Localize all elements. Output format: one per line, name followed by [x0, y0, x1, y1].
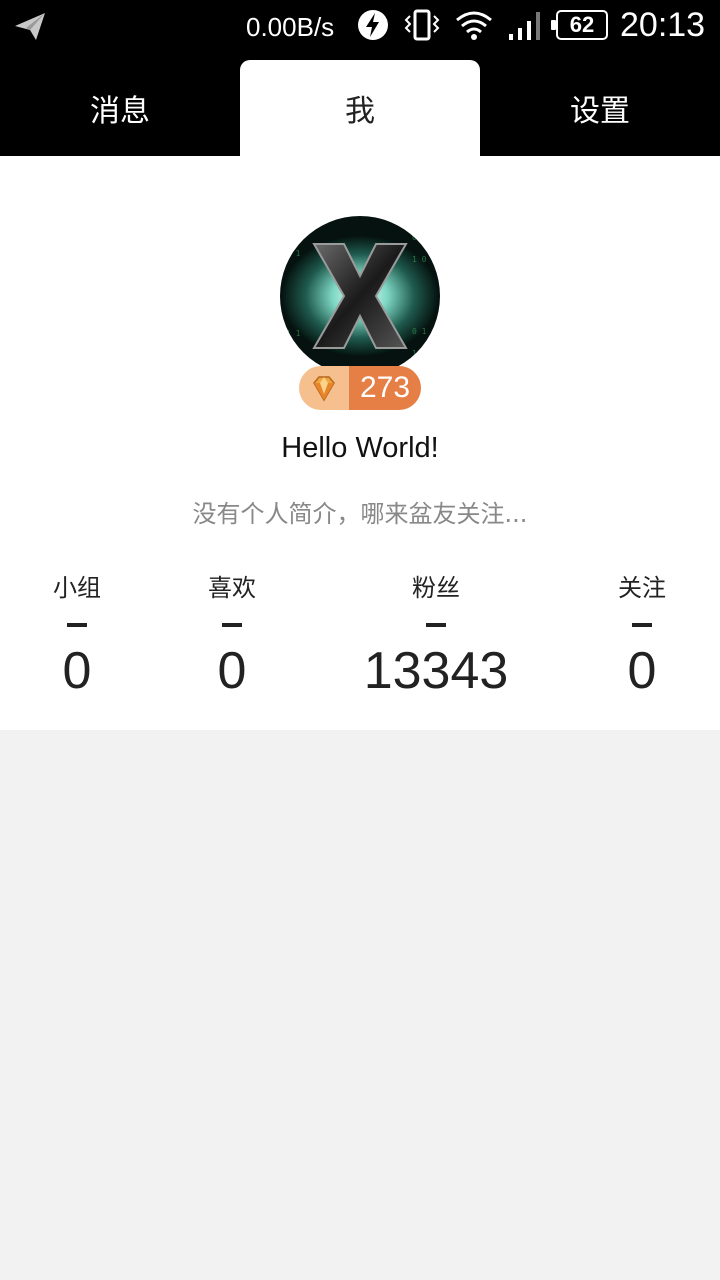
tab-bar: 消息 我 设置 [0, 52, 720, 156]
vibrate-icon [404, 9, 440, 41]
tab-messages[interactable]: 消息 [0, 60, 240, 156]
stat-groups[interactable]: 小组 0 [37, 568, 117, 701]
matrix-x-avatar-icon: 1 0 0 1 1 1 0 0 0 1 1 0 0 1 1 1 [280, 216, 440, 376]
clock: 20:13 [620, 6, 706, 44]
stat-value: 0 [62, 642, 92, 700]
network-speed: 0.00B/s [246, 12, 335, 42]
svg-text:1 0: 1 0 [286, 229, 301, 238]
stat-label: 小组 [53, 574, 101, 602]
status-bar: 0.00B/s 62 20:13 [0, 0, 720, 52]
username: Hello World! [281, 432, 439, 464]
divider [222, 623, 242, 627]
stat-fans[interactable]: 粉丝 13343 [336, 568, 536, 701]
svg-text:0 1: 0 1 [412, 233, 427, 242]
stat-value: 13343 [363, 642, 509, 700]
svg-text:1 0: 1 0 [412, 255, 427, 264]
stat-value: 0 [627, 642, 657, 700]
level-badge: 273 [299, 366, 421, 410]
gem-icon [313, 376, 335, 402]
battery-icon: 62 [551, 10, 608, 40]
svg-text:1 1: 1 1 [412, 349, 427, 358]
wifi-icon [456, 11, 492, 40]
tab-me[interactable]: 我 [240, 60, 480, 156]
stat-label: 粉丝 [412, 574, 460, 602]
stat-label: 关注 [618, 574, 666, 602]
tab-settings[interactable]: 设置 [480, 60, 720, 156]
stat-following[interactable]: 关注 0 [602, 568, 682, 701]
stat-likes[interactable]: 喜欢 0 [192, 568, 272, 701]
svg-text:1 1: 1 1 [286, 329, 301, 338]
avatar[interactable]: 1 0 0 1 1 1 0 0 0 1 1 0 0 1 1 1 [280, 216, 440, 376]
svg-text:0 0: 0 0 [286, 349, 301, 358]
divider [632, 623, 652, 627]
signal-icon [509, 12, 540, 40]
stat-label: 喜欢 [208, 574, 256, 602]
stat-value: 0 [217, 642, 247, 700]
profile-card: 1 0 0 1 1 1 0 0 0 1 1 0 0 1 1 1 273 Hello Worl… [0, 156, 720, 730]
svg-text:0 1: 0 1 [412, 327, 427, 336]
flash-icon [358, 10, 388, 40]
badge-count: 273 [349, 366, 421, 410]
svg-text:0 1: 0 1 [286, 249, 301, 258]
divider [67, 623, 87, 627]
bio-text: 没有个人简介，哪来盆友关注... [192, 500, 528, 528]
divider [426, 623, 446, 627]
send-icon [15, 13, 45, 40]
